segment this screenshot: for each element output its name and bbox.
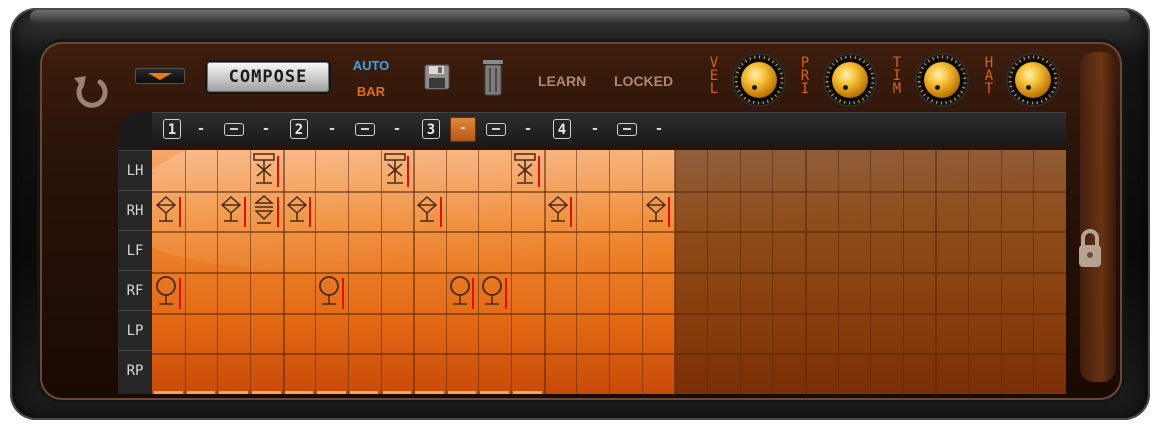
selected-step[interactable]: - bbox=[450, 117, 476, 142]
velocity-marker bbox=[407, 156, 410, 187]
velocity-marker bbox=[309, 196, 312, 228]
step-grid[interactable] bbox=[152, 150, 1066, 394]
save-icon[interactable] bbox=[424, 64, 450, 90]
grid-corner bbox=[118, 112, 152, 150]
step-dash[interactable]: - bbox=[390, 119, 404, 139]
knob-letter: L bbox=[709, 81, 719, 97]
step-indicator bbox=[513, 391, 542, 394]
step-dash[interactable]: - bbox=[521, 119, 535, 139]
grid-row-line bbox=[152, 272, 1066, 274]
panel-rim bbox=[1080, 52, 1116, 382]
dropdown-arrow-icon bbox=[148, 73, 172, 80]
trash-icon[interactable] bbox=[481, 58, 505, 96]
row-label-lh: LH bbox=[118, 150, 152, 190]
locked-button[interactable]: LOCKED bbox=[614, 73, 673, 89]
step-box[interactable] bbox=[224, 123, 244, 136]
step-indicator bbox=[154, 391, 183, 394]
knob-letter: T bbox=[984, 81, 994, 97]
grid-row-line bbox=[152, 353, 1066, 356]
step-dash[interactable]: - bbox=[588, 119, 602, 139]
step-indicator bbox=[186, 391, 216, 394]
velocity-marker bbox=[243, 196, 246, 228]
velocity-marker bbox=[178, 196, 181, 228]
auto-toggle[interactable]: AUTO bbox=[346, 58, 396, 73]
velocity-marker bbox=[276, 156, 279, 187]
velocity-marker bbox=[439, 196, 442, 228]
learn-button[interactable]: LEARN bbox=[538, 73, 586, 89]
velocity-marker bbox=[570, 196, 573, 228]
row-label-rf: RF bbox=[118, 270, 152, 310]
pri-knob-label: P R I bbox=[799, 56, 811, 97]
step-indicator bbox=[349, 391, 379, 394]
beat-number[interactable]: 1 bbox=[163, 119, 181, 139]
step-header: 1 - - 2 - - 3 - - 4 - - bbox=[152, 112, 1066, 145]
step-indicator bbox=[382, 391, 412, 394]
vel-knob[interactable] bbox=[734, 55, 784, 105]
hat-knob-label: H A T bbox=[983, 56, 995, 97]
beat-number[interactable]: 3 bbox=[422, 119, 440, 139]
step-indicator bbox=[251, 391, 281, 394]
row-label-rp: RP bbox=[118, 350, 152, 390]
step-dash[interactable]: - bbox=[259, 119, 273, 139]
velocity-marker bbox=[472, 278, 475, 309]
knob-letter: M bbox=[892, 81, 902, 97]
pattern-dropdown[interactable] bbox=[135, 68, 185, 84]
velocity-marker bbox=[178, 278, 181, 309]
row-label-lp: LP bbox=[118, 310, 152, 350]
tim-knob[interactable] bbox=[917, 55, 967, 105]
step-dash[interactable]: - bbox=[194, 119, 208, 139]
row-labels: LH RH LF RF LP RP bbox=[118, 150, 152, 394]
row-label-rh: RH bbox=[118, 190, 152, 230]
tim-knob-label: T I M bbox=[891, 56, 903, 97]
step-indicator bbox=[480, 391, 510, 394]
undo-icon[interactable] bbox=[70, 70, 112, 112]
step-indicator bbox=[284, 391, 314, 394]
beat-number[interactable]: 2 bbox=[290, 119, 308, 139]
hat-knob[interactable] bbox=[1008, 55, 1058, 105]
velocity-marker bbox=[276, 196, 279, 228]
velocity-marker bbox=[668, 196, 671, 228]
step-box[interactable] bbox=[486, 123, 506, 136]
step-indicator bbox=[317, 391, 346, 394]
velocity-marker bbox=[505, 278, 508, 309]
velocity-marker bbox=[341, 278, 344, 309]
step-box[interactable] bbox=[617, 123, 637, 136]
step-indicator bbox=[219, 391, 248, 394]
bar-toggle[interactable]: BAR bbox=[346, 84, 396, 99]
pri-knob[interactable] bbox=[825, 55, 875, 105]
beat-number[interactable]: 4 bbox=[553, 119, 571, 139]
knob-letter: I bbox=[800, 81, 810, 97]
row-label-lf: LF bbox=[118, 230, 152, 270]
step-indicator bbox=[415, 391, 444, 394]
step-dash[interactable]: - bbox=[652, 119, 666, 139]
velocity-marker bbox=[537, 156, 540, 187]
step-box[interactable] bbox=[355, 123, 375, 136]
grid-row-line bbox=[152, 312, 1066, 315]
vel-knob-label: V E L bbox=[708, 56, 720, 97]
lock-icon[interactable] bbox=[1076, 226, 1104, 270]
step-indicator bbox=[447, 391, 477, 394]
compose-button[interactable]: COMPOSE bbox=[207, 62, 329, 92]
step-dash[interactable]: - bbox=[325, 119, 339, 139]
